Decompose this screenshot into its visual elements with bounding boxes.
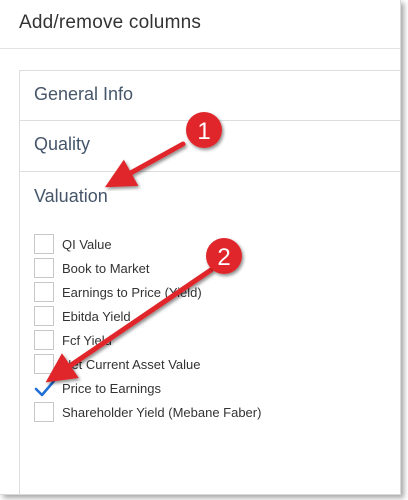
option-net-current-asset-value[interactable]: Net Current Asset Value — [34, 354, 364, 378]
panel-header: Add/remove columns — [0, 0, 400, 49]
panel-title: Add/remove columns — [19, 12, 202, 33]
option-label: Shareholder Yield (Mebane Faber) — [62, 405, 262, 420]
section-label: Quality — [34, 134, 91, 154]
option-label: QI Value — [62, 237, 112, 252]
option-shareholder-yield[interactable]: Shareholder Yield (Mebane Faber) — [34, 402, 364, 426]
add-remove-columns-panel: Add/remove columns General Info Quality … — [0, 0, 401, 495]
checkbox[interactable] — [34, 354, 54, 374]
checkbox[interactable] — [34, 330, 54, 350]
option-ebitda-yield[interactable]: Ebitda Yield — [34, 306, 364, 330]
column-categories-accordion: General Info Quality Valuation QI Value … — [19, 70, 400, 494]
checkbox[interactable] — [34, 258, 54, 278]
section-valuation-header[interactable]: Valuation — [34, 186, 108, 207]
option-fcf-yield[interactable]: Fcf Yield — [34, 330, 364, 354]
option-label: Fcf Yield — [62, 333, 112, 348]
option-earnings-to-price[interactable]: Earnings to Price (Yield) — [34, 282, 364, 306]
option-label: Earnings to Price (Yield) — [62, 285, 202, 300]
option-qi-value[interactable]: QI Value — [34, 234, 364, 258]
option-label: Book to Market — [62, 261, 150, 276]
section-valuation: Valuation QI Value Book to Market Earnin… — [20, 171, 400, 494]
checkbox[interactable] — [34, 282, 54, 302]
option-label: Ebitda Yield — [62, 309, 131, 324]
option-label: Net Current Asset Value — [62, 357, 201, 372]
checkbox[interactable] — [34, 306, 54, 326]
checkbox[interactable] — [34, 402, 54, 422]
option-price-to-earnings[interactable]: Price to Earnings — [34, 378, 364, 402]
checkbox-checked[interactable] — [34, 378, 56, 398]
section-general-info[interactable]: General Info — [20, 70, 400, 121]
option-label: Price to Earnings — [62, 381, 161, 396]
option-book-to-market[interactable]: Book to Market — [34, 258, 364, 282]
checkmark-icon — [34, 379, 56, 397]
section-quality[interactable]: Quality — [20, 120, 400, 171]
checkbox[interactable] — [34, 234, 54, 254]
section-label: General Info — [34, 84, 134, 104]
